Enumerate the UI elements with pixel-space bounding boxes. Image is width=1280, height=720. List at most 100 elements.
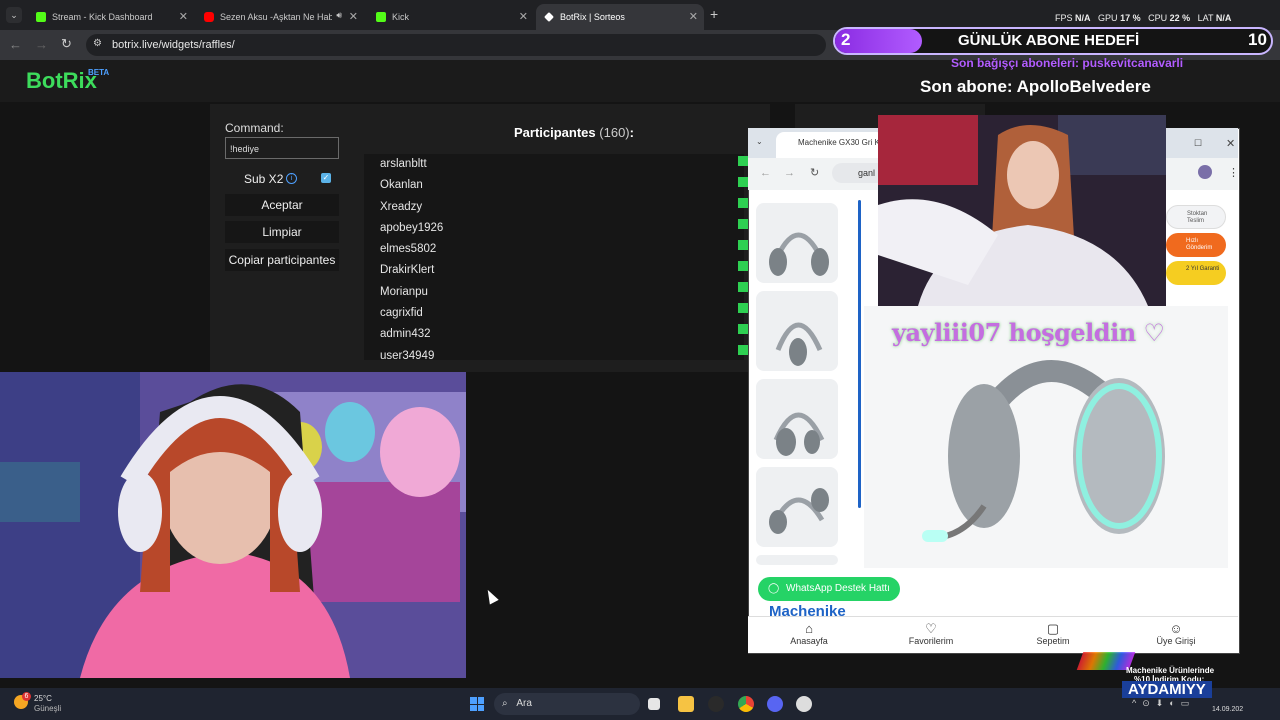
nav-label: Üye Girişi bbox=[1156, 636, 1196, 646]
tab-kick-dashboard[interactable]: Stream - Kick Dashboard ✕ bbox=[28, 4, 194, 30]
perf-stats: FPS N/A GPU 17 % CPU 22 % LAT N/A bbox=[1055, 13, 1231, 23]
app-icon-2[interactable] bbox=[796, 696, 812, 712]
app-icon[interactable] bbox=[708, 696, 724, 712]
close-icon[interactable]: ✕ bbox=[1226, 137, 1235, 150]
nav-label: Anasayfa bbox=[790, 636, 828, 646]
taskbar bbox=[0, 688, 1280, 720]
webcam-scene bbox=[0, 372, 466, 678]
weather-widget[interactable]: 6 25°C Güneşli bbox=[14, 692, 74, 716]
botrix-icon bbox=[544, 12, 554, 22]
whatsapp-button[interactable]: ◯ WhatsApp Destek Hattı bbox=[758, 577, 900, 601]
nav-favorites[interactable]: ♡ Favorilerim bbox=[886, 621, 976, 647]
file-explorer-icon[interactable] bbox=[678, 696, 694, 712]
cpu-label: CPU bbox=[1148, 13, 1168, 23]
close-icon[interactable]: ✕ bbox=[519, 10, 528, 23]
shop-address-bar[interactable]: ganl bbox=[832, 163, 880, 183]
tab-list-dropdown-icon[interactable]: ⌄ bbox=[6, 7, 22, 23]
shop-address-text: ganl bbox=[858, 168, 876, 178]
url-text[interactable]: botrix.live/widgets/raffles/ bbox=[112, 39, 235, 51]
tab-title: Kick bbox=[392, 12, 410, 22]
participants-list[interactable]: arslanbltt Okanlan Xreadzy apobey1926 el… bbox=[364, 154, 744, 360]
badge-warranty: 2 Yıl Garanti bbox=[1166, 261, 1226, 285]
taskbar-search[interactable]: ⌕ Ara bbox=[494, 693, 640, 715]
thumbnail-scrollbar[interactable] bbox=[858, 200, 861, 508]
reload-icon[interactable]: ↻ bbox=[61, 36, 72, 52]
nav-cart[interactable]: ▢ Sepetim bbox=[1008, 621, 1098, 647]
speaker-icon[interactable]: 🔊︎ bbox=[336, 10, 342, 21]
user-icon: ☺ bbox=[1169, 621, 1183, 636]
info-icon[interactable]: i bbox=[286, 173, 297, 184]
command-value: !hediye bbox=[230, 144, 260, 154]
new-tab-button[interactable]: + bbox=[710, 6, 718, 22]
list-item: DrakirKlert bbox=[380, 264, 435, 277]
sub-x2-checkbox[interactable]: ✓ bbox=[321, 173, 331, 183]
accept-button[interactable]: Aceptar bbox=[225, 194, 339, 216]
command-input[interactable]: !hediye bbox=[225, 137, 339, 159]
lat-label: LAT bbox=[1197, 13, 1214, 23]
donor-subscribers: Son bağışçı aboneleri: puskevitcanavarli bbox=[951, 56, 1184, 70]
task-view-icon[interactable] bbox=[648, 698, 660, 710]
tab-list-dropdown-icon[interactable]: ⌄ bbox=[756, 137, 763, 146]
thumbnail-headsets bbox=[769, 232, 829, 534]
list-item: Okanlan bbox=[380, 179, 423, 192]
command-label: Command: bbox=[225, 121, 284, 135]
list-item: Morianpu bbox=[380, 285, 428, 298]
reload-icon[interactable]: ↻ bbox=[810, 166, 819, 179]
shop-tab[interactable]: Machenike GX30 Gri Ka bbox=[776, 132, 884, 158]
list-item: arslanbltt bbox=[380, 158, 427, 170]
close-icon[interactable]: ✕ bbox=[689, 10, 698, 23]
whatsapp-label: WhatsApp Destek Hattı bbox=[786, 583, 890, 594]
clear-button[interactable]: Limpiar bbox=[225, 221, 339, 243]
heart-icon: ♡ bbox=[925, 621, 937, 636]
list-item: apobey1926 bbox=[380, 221, 444, 234]
logo-text: BotRix bbox=[26, 68, 97, 93]
site-info-icon[interactable]: ⚙︎ bbox=[93, 38, 102, 49]
promo-overlay: Machenike Ürünlerinde %10 İndirim Kodu: … bbox=[1076, 652, 1252, 700]
close-icon[interactable]: ✕ bbox=[349, 10, 358, 23]
weather-desc: Güneşli bbox=[34, 704, 62, 713]
tab-youtube[interactable]: Sezen Aksu -Aşktan Ne Haber 🔊︎ ✕ bbox=[196, 4, 364, 30]
nav-account[interactable]: ☺ Üye Girişi bbox=[1131, 621, 1221, 647]
close-icon[interactable]: ✕ bbox=[179, 10, 188, 23]
fps-value: N/A bbox=[1075, 13, 1091, 23]
tab-title: Stream - Kick Dashboard bbox=[52, 12, 153, 22]
nav-home[interactable]: ⌂ Anasayfa bbox=[764, 622, 854, 647]
kick-icon bbox=[36, 12, 46, 22]
badge-fast-shipping: Hızlı Gönderim bbox=[1166, 233, 1226, 257]
whatsapp-icon: ◯ bbox=[768, 583, 780, 594]
botrix-logo[interactable]: BotRix BETA bbox=[26, 68, 109, 94]
tab-title: Sezen Aksu -Aşktan Ne Haber bbox=[220, 12, 332, 22]
tab-kick[interactable]: Kick ✕ bbox=[368, 4, 534, 30]
participants-colon: : bbox=[629, 125, 634, 140]
back-icon[interactable]: ← bbox=[760, 167, 771, 179]
stream-cam-scene bbox=[878, 115, 1166, 306]
discord-icon[interactable] bbox=[767, 696, 783, 712]
promo-line-1: Machenike Ürünlerinde bbox=[1126, 666, 1215, 675]
last-subscriber: Son abone: ApolloBelvedere bbox=[920, 77, 1151, 96]
goal-current: 2 bbox=[841, 30, 851, 49]
forward-icon[interactable]: → bbox=[784, 167, 795, 179]
list-item: elmes5802 bbox=[380, 243, 437, 256]
tab-botrix[interactable]: BotRix | Sorteos ✕ bbox=[536, 4, 704, 30]
start-icon[interactable] bbox=[470, 697, 484, 711]
chrome-icon[interactable] bbox=[738, 696, 754, 712]
cpu-value: 22 % bbox=[1169, 13, 1191, 23]
copy-participants-button[interactable]: Copiar participantes bbox=[225, 249, 339, 271]
tab-title: BotRix | Sorteos bbox=[560, 12, 625, 22]
badge-stock: Stoktan Teslim bbox=[1166, 205, 1226, 229]
menu-icon[interactable]: ⋮ bbox=[1228, 166, 1239, 179]
bag-icon: ▢ bbox=[1046, 621, 1060, 636]
back-icon[interactable]: ← bbox=[9, 37, 22, 52]
participants-count: (160) bbox=[599, 125, 630, 140]
forward-icon[interactable]: → bbox=[35, 37, 48, 52]
sub-x2-label: Sub X2 bbox=[244, 172, 284, 186]
list-item: user34949 bbox=[380, 349, 435, 360]
clock-date: 14.09.202 bbox=[1212, 706, 1244, 713]
maximize-icon[interactable]: ☐ bbox=[1194, 138, 1202, 149]
profile-avatar[interactable] bbox=[1198, 165, 1212, 179]
webcam-feed bbox=[0, 372, 466, 678]
gpu-value: 17 % bbox=[1120, 13, 1141, 23]
promo-code: AYDAMIYY bbox=[1122, 681, 1212, 698]
stream-camera-overlay bbox=[878, 115, 1166, 306]
participants-title: Participantes bbox=[514, 125, 596, 140]
